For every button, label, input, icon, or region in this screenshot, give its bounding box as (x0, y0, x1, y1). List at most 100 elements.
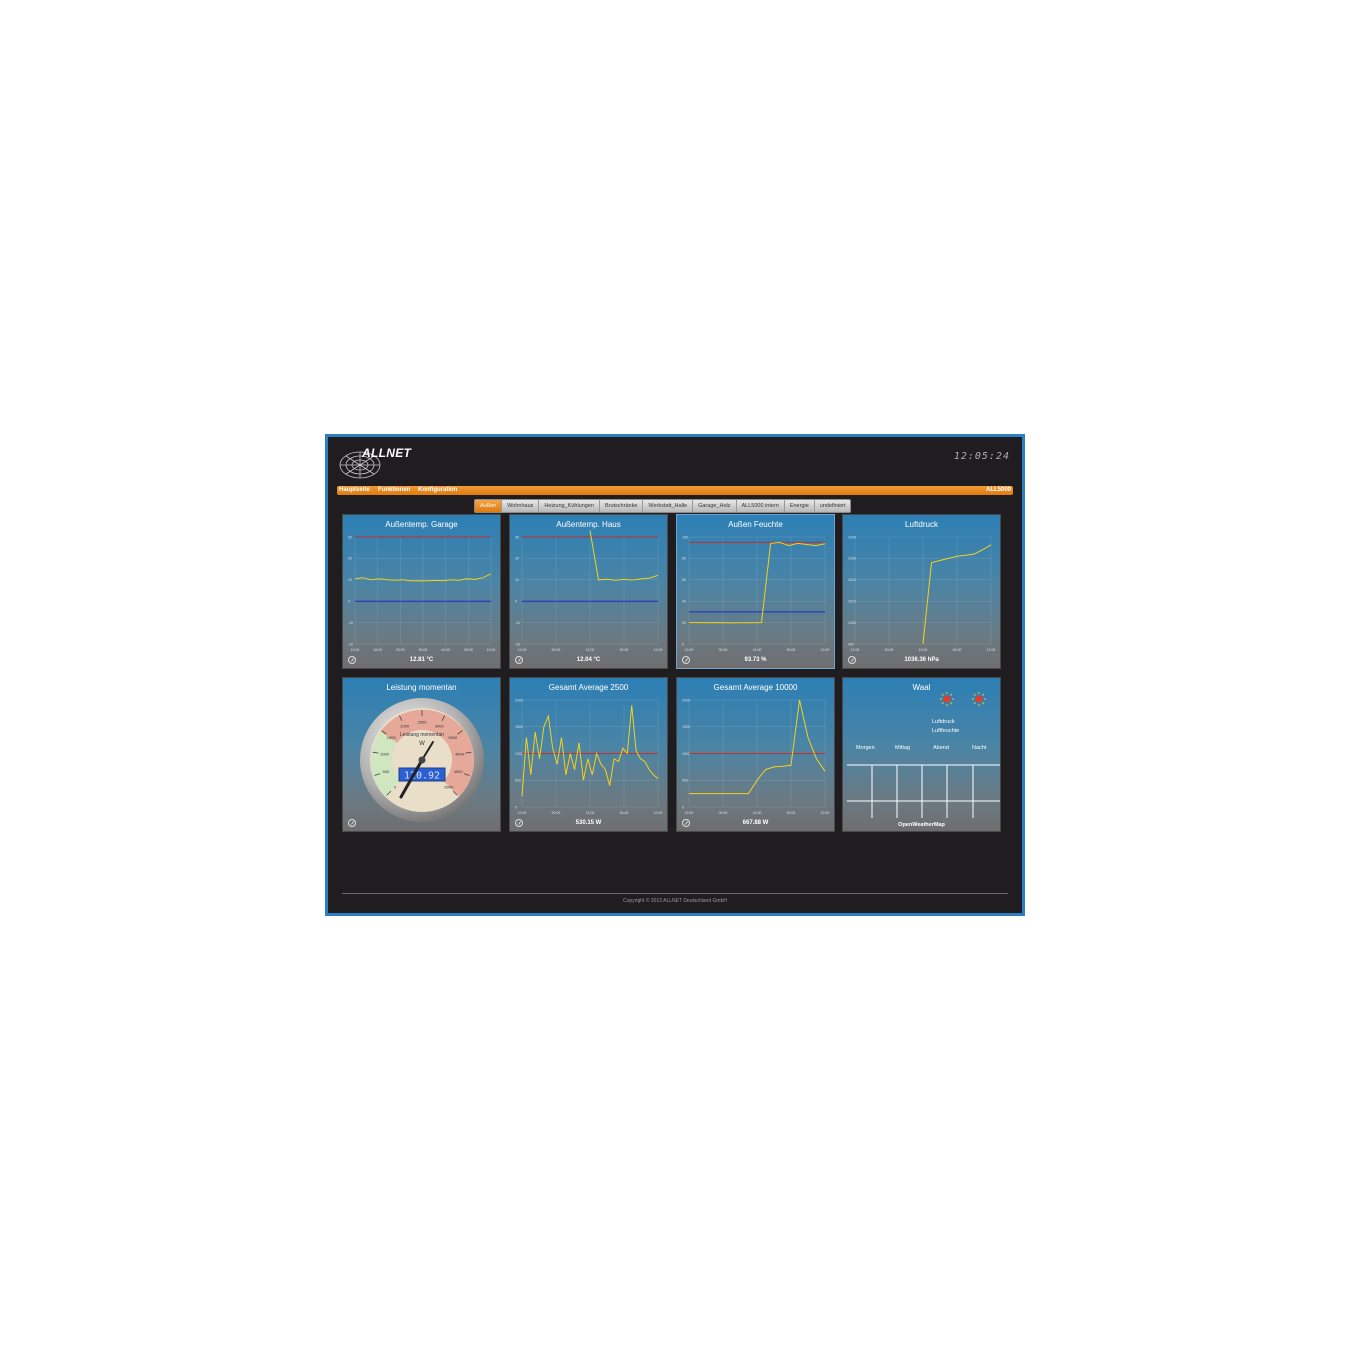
y-tick-label: 0 (515, 805, 517, 809)
y-tick-label: 40 (682, 600, 686, 604)
x-tick-label: 12:00 (351, 648, 360, 652)
y-tick-label: 100 (682, 535, 688, 539)
tile-title: Außentemp. Garage (385, 520, 458, 529)
tile-title: Außentemp. Haus (556, 520, 621, 529)
tile-title: Gesamt Average 10000 (713, 683, 798, 692)
y-tick-label: -20 (348, 642, 353, 646)
weather-grid (847, 764, 1000, 818)
tab-all5000[interactable]: ALL5000 intern (737, 500, 785, 512)
weather-period-abend: Abend (933, 745, 949, 751)
y-tick-label: 1500 (682, 725, 690, 729)
gauge-tick-label: 2000 (400, 724, 410, 729)
gauge-icon[interactable] (348, 819, 356, 827)
y-tick-label: -10 (515, 621, 520, 625)
gauge-tick-label: 500 (383, 769, 390, 774)
tile-luftdruck[interactable]: 12:00 00:00 12:00 00:00 12:00 1040 1030 1020 101… (842, 514, 1001, 669)
weather-legend-luftfeuchte: Luftfeuchte (932, 728, 960, 734)
x-tick-label: 04:00 (441, 648, 450, 652)
y-tick-label: 1020 (848, 578, 856, 582)
menu-konfiguration[interactable]: Konfiguration (418, 487, 457, 493)
tab-aussen[interactable]: Außen (475, 500, 503, 512)
gauge-tick-label: 2500 (418, 720, 428, 725)
device-name: ALL5000 (985, 487, 1011, 493)
tile-value: 667.88 W (742, 820, 769, 826)
x-tick-label: 12:00 (586, 648, 595, 652)
chart-aussen-feuchte: 12:00 00:00 12:00 00:00 12:00 100 80 60 40 20 0 (682, 535, 830, 652)
x-tick-label: 00:00 (953, 648, 962, 652)
x-tick-label: 12:00 (851, 648, 860, 652)
y-tick-label: 30 (515, 535, 519, 539)
x-tick-label: 12:00 (821, 811, 830, 815)
y-tick-label: 1500 (515, 725, 523, 729)
x-tick-label: 12:00 (685, 811, 694, 815)
y-tick-label: 20 (515, 557, 519, 561)
menu-hauptseite[interactable]: Hauptseite (339, 487, 370, 493)
gauge-tick-label: 4000 (455, 752, 465, 757)
tile-aussentemp-garage[interactable]: 12:00 16:00 20:00 00:00 04:00 08:00 12:00 30 20 1… (342, 514, 501, 669)
x-tick-label: 12:00 (654, 811, 663, 815)
gauge-tick-label: 5000 (444, 784, 454, 789)
chart-aussentemp-garage: 12:00 16:00 20:00 00:00 04:00 08:00 12:00 30 20 1… (348, 535, 495, 652)
tab-heizung[interactable]: Heizung_Kühlungen (539, 500, 600, 512)
tile-value: 1036.36 hPa (904, 657, 939, 663)
tile-aussen-feuchte[interactable]: 12:00 00:00 12:00 00:00 12:00 100 80 60 40 20 0 Au… (676, 514, 835, 669)
tile-weather-waal[interactable]: Waal Luftdruck Luftfeuchte Morgen Mittag… (842, 677, 1001, 832)
weather-panel (847, 692, 1000, 818)
x-tick-label: 00:00 (620, 648, 629, 652)
x-tick-label: 00:00 (719, 648, 728, 652)
y-tick-label: 500 (515, 779, 521, 783)
tab-energie[interactable]: Energie (785, 500, 815, 512)
y-tick-label: 30 (348, 535, 352, 539)
tile-value: 12.04 °C (576, 657, 601, 663)
chart-gesamt-average-2500: 12:00 00:00 12:00 00:00 12:00 2000 1500 1000 500… (515, 698, 663, 815)
gauge-hub (418, 756, 426, 764)
x-tick-label: 00:00 (787, 648, 796, 652)
y-tick-label: 0 (348, 600, 350, 604)
x-tick-label: 12:00 (987, 648, 996, 652)
tab-werkstatt[interactable]: Werkstatt_Halle (643, 500, 694, 512)
x-tick-label: 20:00 (396, 648, 405, 652)
x-tick-label: 00:00 (620, 811, 629, 815)
y-tick-label: 1010 (848, 600, 856, 604)
y-tick-label: 0 (682, 805, 684, 809)
clock: 12:05:24 (953, 451, 1010, 462)
y-tick-label: 10 (348, 578, 352, 582)
tile-aussentemp-haus[interactable]: 12:00 00:00 12:00 00:00 12:00 30 20 10 0 -10 -20 A… (509, 514, 668, 669)
menu-funktionen[interactable]: Funktionen (378, 487, 410, 493)
tab-wohnhaus[interactable]: Wohnhaus (502, 500, 540, 512)
y-tick-label: 1000 (682, 752, 690, 756)
x-tick-label: 12:00 (821, 648, 830, 652)
gauge-tick-label: 1000 (380, 752, 390, 757)
gauge-tick-label: 4500 (454, 769, 464, 774)
y-tick-label: 990 (848, 642, 854, 646)
tile-gesamt-average-2500[interactable]: 12:00 00:00 12:00 00:00 12:00 2000 1500 1000 500… (509, 677, 668, 832)
y-tick-label: 10 (515, 578, 519, 582)
x-tick-label: 00:00 (885, 648, 894, 652)
gauge-tick-label: 3000 (435, 724, 445, 729)
weather-source[interactable]: OpenWeatherMap (843, 822, 1000, 828)
brand-name: ALLNET (362, 446, 412, 460)
chart-aussentemp-haus: 12:00 00:00 12:00 00:00 12:00 30 20 10 0 -10 -20 (515, 530, 662, 652)
y-tick-label: 0 (515, 600, 517, 604)
tile-title: Außen Feuchte (728, 520, 783, 529)
tab-undefiniert[interactable]: undefiniert (815, 500, 851, 512)
gauge-tick-label: 3500 (448, 735, 458, 740)
x-tick-label: 12:00 (518, 648, 527, 652)
tile-value: 530.15 W (575, 820, 602, 826)
tile-title: Leistung momentan (386, 683, 457, 692)
tab-brutschraenke[interactable]: Brutschränke (600, 500, 644, 512)
x-tick-label: 00:00 (552, 811, 561, 815)
tile-value: 12.81 °C (409, 657, 434, 663)
tile-value: 93.73 % (744, 657, 767, 663)
y-tick-label: 1040 (848, 535, 856, 539)
tab-garage[interactable]: Garage_Holz (693, 500, 737, 512)
y-tick-label: 0 (682, 642, 684, 646)
y-tick-label: -20 (515, 642, 520, 646)
tile-title: Luftdruck (905, 520, 938, 529)
tile-gesamt-average-10000[interactable]: 12:00 00:00 12:00 00:00 12:00 2000 1500 1000 500… (676, 677, 835, 832)
weather-legend-luftdruck: Luftdruck (932, 719, 955, 725)
tile-leistung-momentan[interactable]: 0 500 1000 1500 2000 2500 3000 3500 4000 4500 5000… (342, 677, 501, 832)
copyright: Copyright © 2013 ALLNET Deutschland GmbH (623, 898, 727, 904)
weather-period-nacht: Nacht (972, 745, 987, 751)
y-tick-label: 80 (682, 557, 686, 561)
